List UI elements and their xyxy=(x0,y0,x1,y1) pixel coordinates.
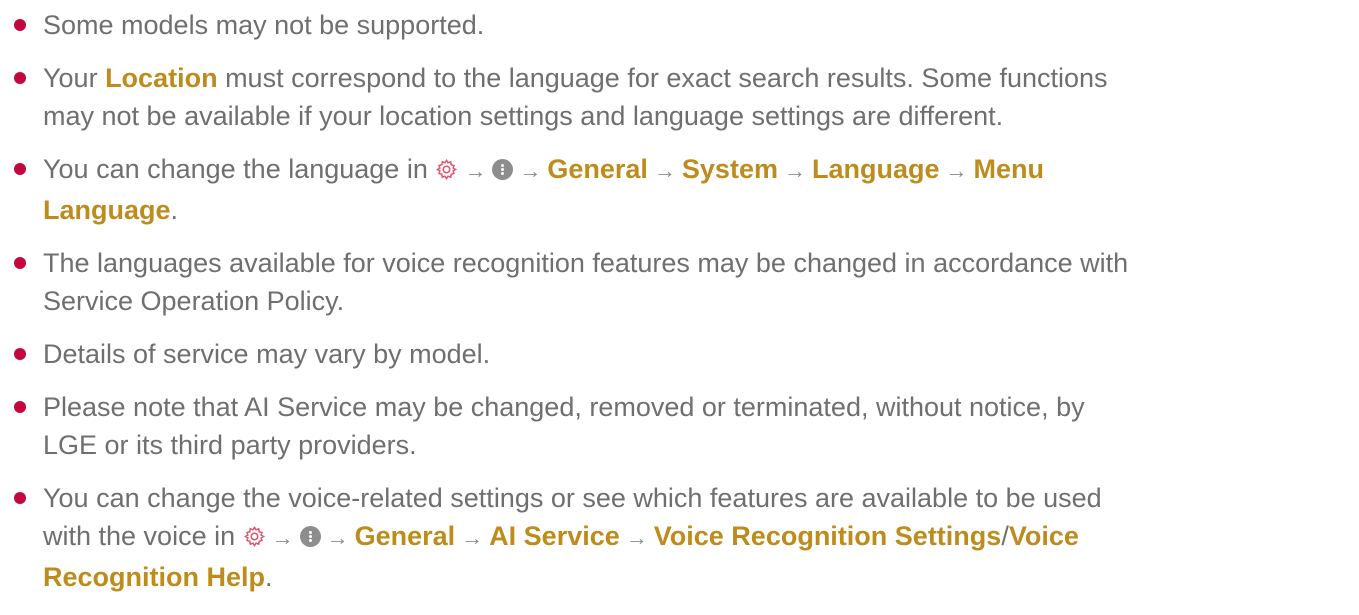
arrow-icon: → xyxy=(326,525,349,550)
path-menu-language: Menu xyxy=(973,154,1044,184)
note-item: Details of service may vary by model. xyxy=(0,335,1359,373)
path-general: General xyxy=(354,521,456,551)
arrow-icon: → xyxy=(945,158,968,183)
arrow-icon: → xyxy=(625,525,648,550)
note-item: The languages available for voice recogn… xyxy=(0,244,1359,320)
gear-icon xyxy=(435,153,458,191)
path-general: General xyxy=(547,154,648,184)
path-ai-service: AI Service xyxy=(489,521,620,551)
note-text: Some models may not be supported. xyxy=(43,10,485,40)
note-text: The languages available for voice recogn… xyxy=(43,248,1129,278)
arrow-icon: → xyxy=(519,158,542,183)
location-label: Location xyxy=(105,63,218,93)
bullet-dot xyxy=(14,348,26,360)
path-voice-recognition-settings: Voice Recognition Settings xyxy=(653,521,1002,551)
note-item: You can change the voice-related setting… xyxy=(0,479,1359,596)
note-text: . xyxy=(265,562,273,592)
bullet-dot xyxy=(14,492,26,504)
note-text: LGE or its third party providers. xyxy=(43,430,417,460)
note-text: Please note that AI Service may be chang… xyxy=(43,392,1085,422)
path-voice-recognition-help: Recognition Help xyxy=(43,562,265,592)
path-system: System xyxy=(681,154,778,184)
path-separator: / xyxy=(1001,521,1009,551)
note-text: Service Operation Policy. xyxy=(43,286,345,316)
notes-list: Some models may not be supported. Your L… xyxy=(0,0,1359,596)
path-menu-language: Language xyxy=(43,195,171,225)
arrow-icon: → xyxy=(461,525,484,550)
path-language: Language xyxy=(811,154,940,184)
bullet-dot xyxy=(14,401,26,413)
arrow-icon: → xyxy=(783,158,806,183)
note-item: Your Location must correspond to the lan… xyxy=(0,59,1359,135)
bullet-dot xyxy=(14,257,26,269)
path-voice-recognition-help: Voice xyxy=(1008,521,1079,551)
note-text: You can change the language in xyxy=(43,154,436,184)
arrow-icon: → xyxy=(464,158,487,183)
note-text: may not be available if your location se… xyxy=(43,101,1004,131)
bullet-dot xyxy=(14,72,26,84)
bullet-dot xyxy=(14,19,26,31)
note-item: Some models may not be supported. xyxy=(0,6,1359,44)
note-text: Your xyxy=(43,63,106,93)
more-options-icon xyxy=(492,159,514,180)
note-text: with the voice in xyxy=(43,521,243,551)
note-item: You can change the language in → → General… xyxy=(0,150,1359,229)
note-text: . xyxy=(170,195,179,225)
more-options-icon xyxy=(299,526,321,547)
gear-icon xyxy=(243,520,266,558)
arrow-icon: → xyxy=(653,158,676,183)
note-item: Please note that AI Service may be chang… xyxy=(0,388,1359,464)
arrow-icon: → xyxy=(271,525,294,550)
note-text: You can change the voice-related setting… xyxy=(43,483,1102,513)
note-text: must correspond to the language for exac… xyxy=(217,63,1108,93)
bullet-dot xyxy=(14,163,26,175)
note-text: Details of service may vary by model. xyxy=(43,339,491,369)
